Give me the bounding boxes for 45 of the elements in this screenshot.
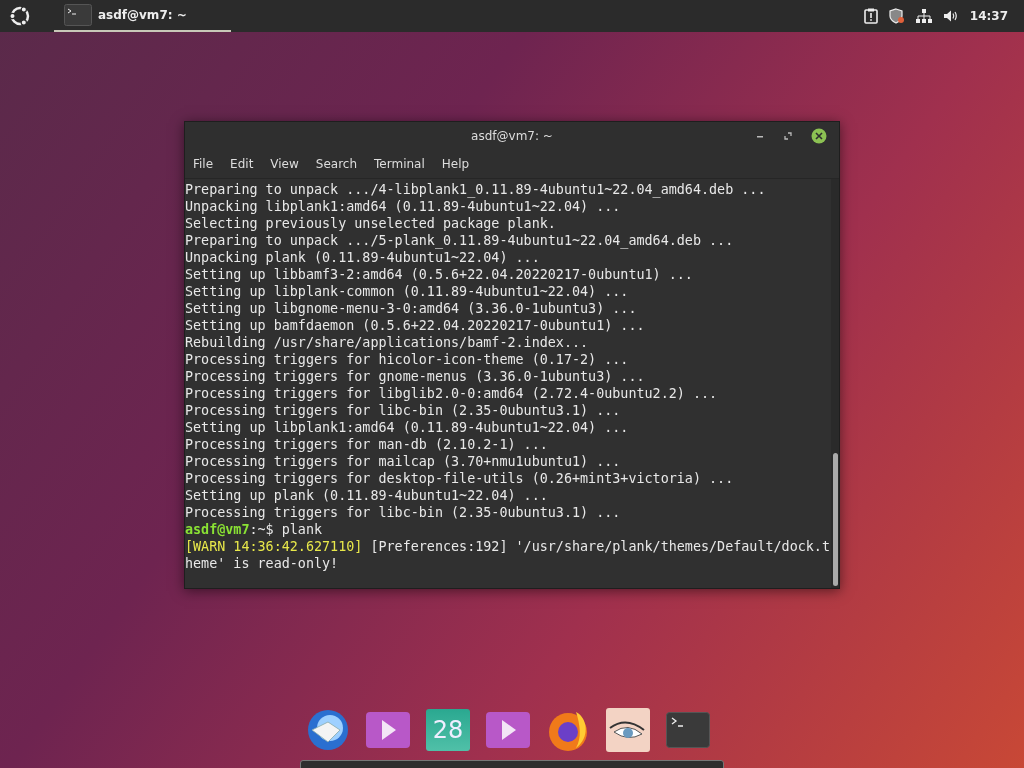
terminal-line: Processing triggers for mailcap (3.70+nmu1ubuntu1) ... [185, 453, 621, 470]
menu-item[interactable]: View [270, 157, 299, 171]
terminal-icon [64, 4, 92, 26]
terminal-line: Setting up plank (0.11.89-4ubuntu1~22.04) ... [185, 487, 548, 504]
terminal-line: asdf@vm7:~$ plank [185, 521, 323, 538]
network-icon[interactable] [915, 9, 932, 23]
terminal-line: heme' is read-only! [185, 555, 339, 572]
scrollbar[interactable] [831, 179, 839, 588]
terminal-line: Processing triggers for hicolor-icon-theme (0.17-2) ... [185, 351, 629, 368]
volume-icon[interactable] [942, 9, 959, 23]
clock[interactable]: 14:37 [969, 9, 1018, 23]
terminal-line: Processing triggers for desktop-file-utils (0.26+mint3+victoria) ... [185, 470, 734, 487]
eye-icon[interactable] [606, 708, 650, 752]
taskbar-item[interactable]: asdf@vm7: ~ [54, 0, 231, 32]
shield-icon[interactable] [888, 8, 905, 24]
terminal-line: Rebuilding /usr/share/applications/bamf-2.index... [185, 334, 589, 351]
terminal-line: Setting up libplank1:amd64 (0.11.89-4ubuntu1~22.04) ... [185, 419, 629, 436]
clipboard-icon[interactable] [863, 8, 878, 24]
terminal-line: Processing triggers for man-db (2.10.2-1) ... [185, 436, 548, 453]
terminal-line: Setting up bamfdaemon (0.5.6+22.04.20220217-0ubuntu1) ... [185, 317, 645, 334]
terminal-line: Unpacking libplank1:amd64 (0.11.89-4ubuntu1~22.04) ... [185, 198, 621, 215]
terminal-line: [WARN 14:36:42.627110] [Preferences:192] '/usr/share/plank/themes/Default/dock.t [185, 538, 830, 555]
menu-item[interactable]: File [193, 157, 214, 171]
terminal-line: Processing triggers for libc-bin (2.35-0ubuntu3.1) ... [185, 402, 621, 419]
play-icon[interactable] [486, 712, 530, 748]
terminal-line: Setting up libbamf3-2:amd64 (0.5.6+22.04.20220217-0ubuntu1) ... [185, 266, 693, 283]
terminal-line: Unpacking plank (0.11.89-4ubuntu1~22.04) ... [185, 249, 540, 266]
menu-item[interactable]: Terminal [374, 157, 425, 171]
menu-item[interactable]: Help [441, 157, 470, 171]
terminal-line: Selecting previously unselected package plank. [185, 215, 556, 232]
close-icon[interactable] [811, 128, 827, 144]
terminal-line: Processing triggers for libglib2.0-0:amd64 (2.72.4-0ubuntu2.2) ... [185, 385, 718, 402]
terminal-line: Preparing to unpack .../5-plank_0.11.89-4ubuntu1~22.04_amd64.deb ... [185, 232, 734, 249]
play-icon[interactable] [366, 712, 410, 748]
window-title: asdf@vm7: ~ [471, 129, 553, 143]
menu-item[interactable]: Edit [230, 157, 254, 171]
ubuntu-logo-icon[interactable] [8, 4, 32, 28]
mail-bird-icon[interactable] [306, 708, 350, 752]
menu-item[interactable]: Search [315, 157, 358, 171]
terminal-line: Processing triggers for gnome-menus (3.36.0-1ubuntu3) ... [185, 368, 645, 385]
maximize-icon[interactable] [783, 131, 793, 141]
terminal-line: Preparing to unpack .../4-libplank1_0.11.89-4ubuntu1~22.04_amd64.deb ... [185, 181, 766, 198]
terminal-line: Setting up libplank-common (0.11.89-4ubuntu1~22.04) ... [185, 283, 629, 300]
terminal-line: Setting up libgnome-menu-3-0:amd64 (3.36.0-1ubuntu3) ... [185, 300, 637, 317]
terminal-line: Processing triggers for libc-bin (2.35-0ubuntu3.1) ... [185, 504, 621, 521]
